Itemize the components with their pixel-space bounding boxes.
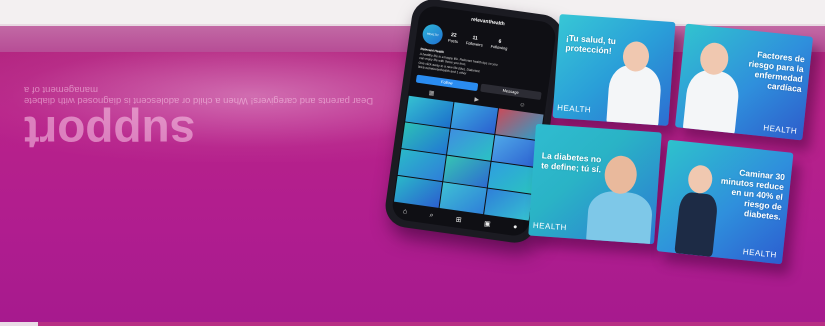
post-thumbnail[interactable] xyxy=(394,175,442,208)
home-icon[interactable]: ⌂ xyxy=(402,208,408,217)
stat-label: Followers xyxy=(465,39,484,47)
card-caption: Factores de riesgo para la enfermedad ca… xyxy=(748,49,806,95)
post-grid xyxy=(393,95,545,221)
runner-figure xyxy=(674,191,719,257)
add-post-icon[interactable]: ⊞ xyxy=(455,215,462,224)
avatar[interactable]: HEALTH xyxy=(421,23,444,46)
brand-label: HEALTH xyxy=(742,247,778,260)
bottom-strip xyxy=(0,322,825,326)
reels-icon[interactable]: ▣ xyxy=(483,219,491,228)
bottom-dash xyxy=(0,322,38,326)
stat-posts[interactable]: 22 Posts xyxy=(448,31,459,43)
post-card-1[interactable]: ¡Tu salud, tu protección! HEALTH xyxy=(552,14,676,126)
reels-tab-icon[interactable]: ▶ xyxy=(474,95,480,103)
runner-head xyxy=(686,164,714,195)
post-card-3[interactable]: La diabetes no te define; tú sí. HEALTH xyxy=(528,123,662,245)
post-thumbnail[interactable] xyxy=(484,188,533,221)
profile-handle: relevanthealth xyxy=(470,16,506,28)
mirrored-background-text: support Dear parents and caregivers! Whe… xyxy=(24,84,444,160)
brand-label: HEALTH xyxy=(762,123,798,136)
stat-followers[interactable]: 11 Followers xyxy=(466,34,484,47)
brand-label: HEALTH xyxy=(532,220,568,233)
stat-following[interactable]: 6 Following xyxy=(490,37,508,50)
profile-icon[interactable]: ● xyxy=(512,223,518,232)
search-icon[interactable]: ⌕ xyxy=(429,212,434,220)
card-caption: La diabetes no te define; tú sí. xyxy=(540,150,602,175)
stat-label: Following xyxy=(490,43,508,51)
stat-label: Posts xyxy=(447,37,459,44)
brand-label: HEALTH xyxy=(556,103,592,115)
background-heading: support xyxy=(24,107,196,159)
card-caption: Caminar 30 minutos reduce en un 40% el r… xyxy=(720,167,786,222)
background-line1: management of a xyxy=(24,84,98,95)
doctor-figure xyxy=(606,63,663,126)
grid-tab-icon[interactable]: ▦ xyxy=(428,89,435,97)
doctor-figure xyxy=(682,68,741,138)
profile-stats: 22 Posts 11 Followers 6 Following xyxy=(448,31,509,50)
patient-head xyxy=(603,154,638,195)
background-line2: Dear parents and caregivers! When a chil… xyxy=(24,95,374,106)
card-caption: ¡Tu salud, tu protección! xyxy=(565,32,617,56)
avatar-label: HEALTH xyxy=(426,31,439,38)
post-card-2[interactable]: Factores de riesgo para la enfermedad ca… xyxy=(674,23,814,141)
post-card-4[interactable]: Caminar 30 minutos reduce en un 40% el r… xyxy=(656,139,794,265)
post-thumbnail[interactable] xyxy=(439,181,488,214)
tagged-tab-icon[interactable]: ☺ xyxy=(519,102,526,110)
patient-figure xyxy=(585,189,654,245)
